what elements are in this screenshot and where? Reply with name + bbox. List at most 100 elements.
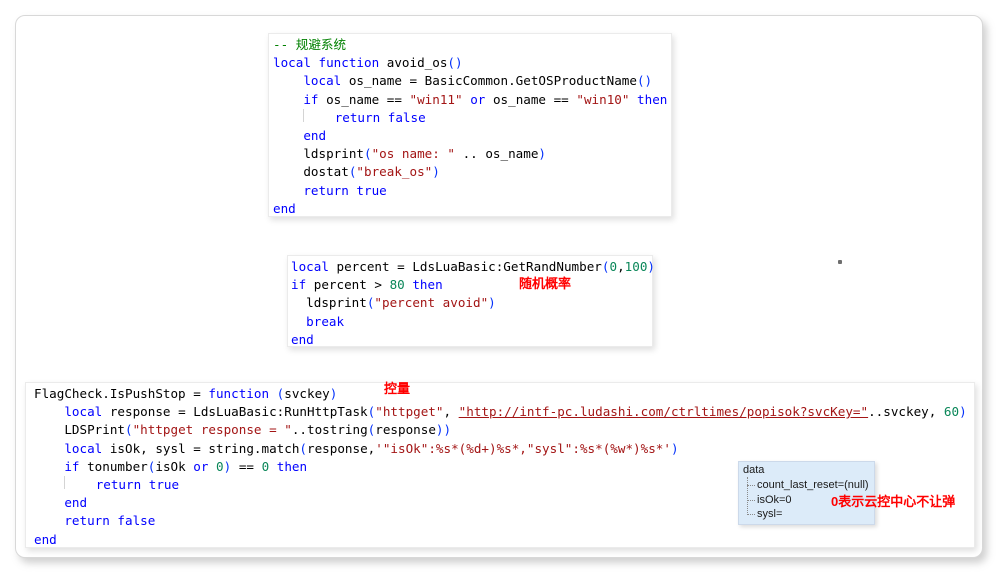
code-token: percent >: [306, 277, 389, 292]
code-token: 60: [944, 404, 959, 419]
code-token: ldsprint: [273, 146, 364, 161]
code-token: [34, 477, 64, 492]
code-token: [65, 477, 95, 492]
code-token: "httpget": [375, 404, 443, 419]
code-token: isOk: [155, 459, 193, 474]
code-token: [273, 73, 303, 88]
code-token: 0: [216, 459, 224, 474]
code-token: os_name ==: [319, 92, 410, 107]
code-token: [34, 495, 64, 510]
code-line: end: [273, 127, 671, 145]
code-token: ): [671, 441, 679, 456]
code-line: -- 规避系统: [273, 36, 671, 54]
annotation-random-probability: 随机概率: [519, 276, 571, 291]
code-token: [629, 92, 637, 107]
code-token: "percent avoid": [374, 295, 488, 310]
code-token: isOk, sysl = string.match: [102, 441, 299, 456]
code-line: dostat("break_os"): [273, 163, 671, 181]
code-token: end: [303, 128, 326, 143]
code-line: if os_name == "win11" or os_name == "win…: [273, 91, 671, 109]
code-token: end: [64, 495, 87, 510]
code-token: ): [959, 404, 967, 419]
code-token: tonumber: [80, 459, 148, 474]
code-token: local function: [273, 55, 379, 70]
code-line: end: [291, 331, 652, 349]
code-token: (: [299, 441, 307, 456]
code-token: svckey: [284, 386, 330, 401]
code-line: LDSPrint("httpget response = "..tostring…: [34, 421, 974, 439]
code-token: response = LdsLuaBasic:RunHttpTask: [102, 404, 367, 419]
tooltip-title: data: [743, 464, 874, 477]
code-token: local: [291, 259, 329, 274]
code-token: then: [412, 277, 442, 292]
watch-tooltip: data count_last_reset=(null)isOk=0sysl= …: [738, 461, 875, 525]
code-token: LDSPrint: [34, 422, 125, 437]
code-line: FlagCheck.IsPushStop = function (svckey): [34, 385, 974, 403]
code-token: return true: [96, 477, 179, 492]
code-token: (: [364, 146, 372, 161]
code-token: [34, 441, 64, 456]
code-line: local function avoid_os(): [273, 54, 671, 72]
code-token: ==: [231, 459, 261, 474]
code-token: ,: [443, 404, 458, 419]
code-line: ldsprint("percent avoid"): [291, 294, 652, 312]
code-line: local isOk, sysl = string.match(response…: [34, 440, 974, 458]
code-token: ): [444, 422, 452, 437]
code-line: local os_name = BasicCommon.GetOSProduct…: [273, 72, 671, 90]
code-token: ..svckey,: [868, 404, 944, 419]
code-token: [34, 459, 64, 474]
code-token: -- 规避系统: [273, 37, 346, 52]
code-token: "win11": [410, 92, 463, 107]
code-token: [34, 513, 64, 528]
code-line: local response = LdsLuaBasic:RunHttpTask…: [34, 403, 974, 421]
code-token: ): [488, 295, 496, 310]
code-token: response,: [307, 441, 375, 456]
code-line: return true: [273, 182, 671, 200]
code-block-percent: local percent = LdsLuaBasic:GetRandNumbe…: [287, 255, 653, 347]
code-token: [273, 110, 303, 125]
code-token: '"isOk":%s*(%d+)%s*,"sysl":%s*(%w*)%s*': [375, 441, 671, 456]
code-token: return false: [335, 110, 426, 125]
url-link[interactable]: "http://intf-pc.ludashi.com/ctrltimes/po…: [459, 404, 868, 419]
code-token: 100: [625, 259, 648, 274]
code-token: local: [303, 73, 341, 88]
code-token: "os name: ": [372, 146, 455, 161]
code-token: os_name ==: [485, 92, 576, 107]
code-token: 0: [609, 259, 617, 274]
code-token: os_name = BasicCommon.GetOSProductName: [341, 73, 637, 88]
code-token: "break_os": [356, 164, 432, 179]
code-token: or: [470, 92, 485, 107]
code-token: return false: [64, 513, 155, 528]
code-token: ): [436, 422, 444, 437]
code-token: [34, 404, 64, 419]
code-line: return false: [273, 109, 671, 127]
code-token: function: [208, 386, 269, 401]
code-token: (: [125, 422, 133, 437]
code-token: break: [306, 314, 344, 329]
code-token: (): [637, 73, 652, 88]
artifact-dot: [838, 260, 842, 264]
code-token: local: [64, 404, 102, 419]
code-line: if percent > 80 then: [291, 276, 652, 294]
code-token: [291, 314, 306, 329]
code-token: ): [538, 146, 546, 161]
code-token: avoid_os: [379, 55, 447, 70]
screenshot-canvas: { "colors": { "keyword": "#0000ff", "str…: [0, 0, 1000, 579]
code-token: [273, 183, 303, 198]
code-line: end: [34, 531, 974, 549]
code-token: then: [637, 92, 667, 107]
code-token: if: [291, 277, 306, 292]
code-token: (): [447, 55, 462, 70]
code-token: [273, 92, 303, 107]
code-token: end: [273, 201, 296, 216]
code-token: [269, 386, 277, 401]
code-line: end: [273, 200, 671, 218]
code-token: "httpget response = ": [133, 422, 292, 437]
code-token: end: [291, 332, 314, 347]
code-token: FlagCheck.IsPushStop =: [34, 386, 208, 401]
code-token: ): [432, 164, 440, 179]
code-token: dostat: [273, 164, 349, 179]
code-token: ldsprint: [291, 295, 367, 310]
code-line: local percent = LdsLuaBasic:GetRandNumbe…: [291, 258, 652, 276]
code-token: or: [193, 459, 208, 474]
